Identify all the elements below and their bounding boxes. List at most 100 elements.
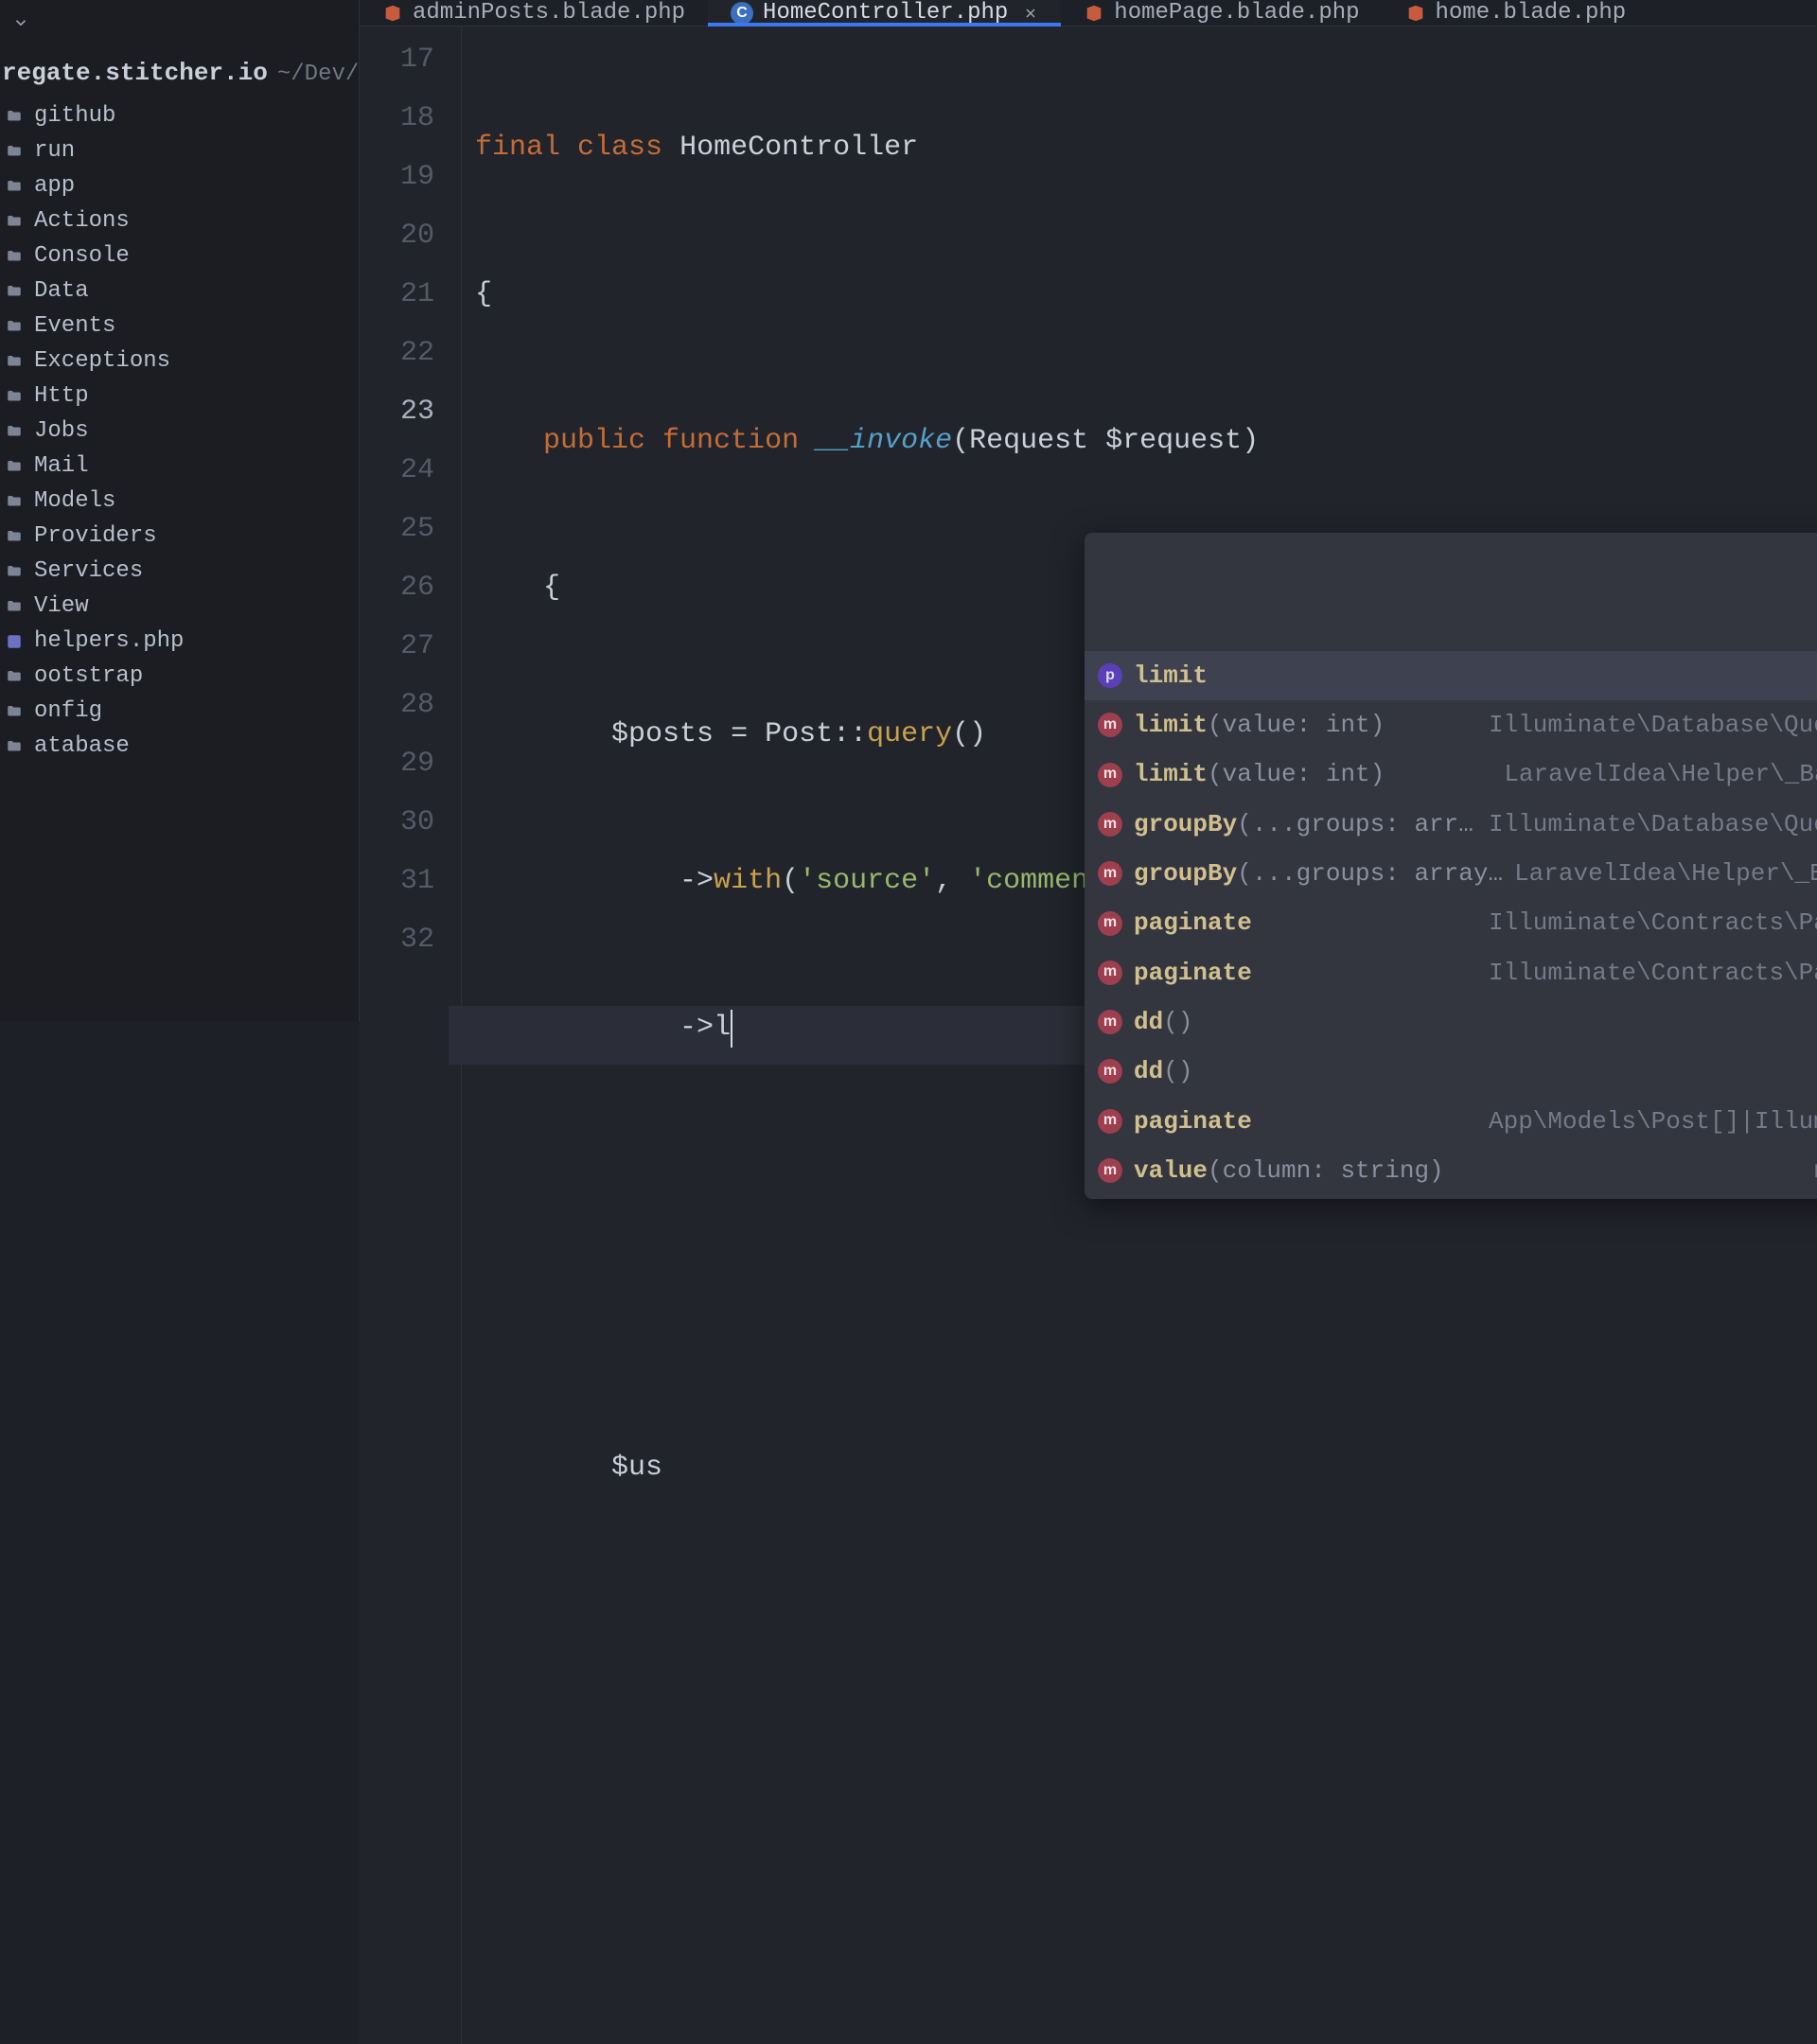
autocomplete-item[interactable]: mpaginateIlluminate\Contracts\Pagination… bbox=[1085, 898, 1817, 947]
tree-item-providers[interactable]: Providers bbox=[0, 519, 359, 554]
blade-file-icon bbox=[382, 3, 403, 24]
autocomplete-origin: LaravelIdea\Helper\_BaseBuilder bbox=[1504, 755, 1817, 793]
folder-icon bbox=[4, 703, 25, 720]
autocomplete-item[interactable]: mlimit(value: int)LaravelIdea\Helper\_Ba… bbox=[1085, 749, 1817, 799]
folder-icon bbox=[4, 283, 25, 300]
folder-icon bbox=[4, 493, 25, 510]
folder-icon bbox=[4, 388, 25, 405]
method-badge-icon: m bbox=[1098, 812, 1122, 837]
autocomplete-name: groupBy bbox=[1134, 810, 1237, 838]
autocomplete-params: (column: string) bbox=[1208, 1156, 1444, 1185]
autocomplete-params: (value: int) bbox=[1208, 760, 1385, 788]
autocomplete-item[interactable]: mdd()never bbox=[1085, 1047, 1817, 1096]
autocomplete-origin: LaravelIdea\Helper\_BaseBuilder bbox=[1514, 855, 1817, 892]
tree-item-ootstrap[interactable]: ootstrap bbox=[0, 659, 359, 694]
autocomplete-name: dd bbox=[1134, 1057, 1163, 1085]
autocomplete-item[interactable]: mvalue(column: string)mixed|null bbox=[1085, 1146, 1817, 1195]
close-icon[interactable] bbox=[1023, 6, 1038, 21]
tree-item-helpers.php[interactable]: helpers.php bbox=[0, 624, 359, 659]
line-number: 25 bbox=[360, 507, 434, 566]
autocomplete-item[interactable]: mpaginateApp\Models\Post[]|Illuminate\Pa… bbox=[1085, 1097, 1817, 1146]
folder-icon bbox=[4, 353, 25, 370]
tab-home-blade-php[interactable]: home.blade.php bbox=[1383, 0, 1649, 26]
line-number: 20 bbox=[360, 214, 434, 273]
tab-homepage-blade-php[interactable]: homePage.blade.php bbox=[1061, 0, 1382, 26]
autocomplete-popup[interactable]: plimitintmlimit(value: int)Illuminate\Da… bbox=[1085, 533, 1817, 1199]
line-28 bbox=[462, 1739, 1817, 1798]
tree-item-http[interactable]: Http bbox=[0, 379, 359, 414]
tree-item-run[interactable]: run bbox=[0, 133, 359, 168]
folder-icon bbox=[4, 598, 25, 615]
tree-item-onfig[interactable]: onfig bbox=[0, 694, 359, 729]
tree-item-github[interactable]: github bbox=[0, 98, 359, 133]
file-tree: githubrunappActions Console DataEventsExce… bbox=[0, 98, 359, 764]
line-17: final class HomeController bbox=[462, 126, 1817, 185]
autocomplete-name: limit bbox=[1134, 760, 1208, 788]
line-number: 32 bbox=[360, 918, 434, 977]
folder-icon bbox=[4, 178, 25, 195]
tree-item-app[interactable]: app bbox=[0, 168, 359, 203]
line-25 bbox=[462, 1299, 1817, 1358]
blade-file-icon bbox=[1084, 3, 1104, 24]
tree-item-label: Mail bbox=[34, 453, 89, 479]
folder-icon bbox=[4, 108, 25, 125]
php-file-icon bbox=[4, 633, 25, 650]
method-badge-icon: m bbox=[1098, 1059, 1122, 1084]
tab-label: home.blade.php bbox=[1436, 0, 1627, 26]
tree-item-atabase[interactable]: atabase bbox=[0, 729, 359, 764]
folder-icon bbox=[4, 143, 25, 160]
tree-item-data[interactable]: Data bbox=[0, 273, 359, 308]
line-29 bbox=[462, 1886, 1817, 1945]
editor-pane[interactable]: 17181920212223242526272829303132 final c… bbox=[360, 26, 1817, 2044]
autocomplete-params: (...groups: arr… bbox=[1237, 810, 1473, 838]
autocomplete-params: (...groups: array… bbox=[1237, 859, 1503, 888]
method-badge-icon: m bbox=[1098, 713, 1122, 737]
tree-item-label: helpers.php bbox=[34, 628, 184, 654]
tree-item-jobs[interactable]: Jobs bbox=[0, 414, 359, 449]
tree-item-console[interactable]: Console bbox=[0, 238, 359, 273]
tab-homecontroller-php[interactable]: CHomeController.php bbox=[708, 0, 1061, 26]
folder-icon bbox=[4, 213, 25, 230]
project-name: regate.stitcher.io bbox=[2, 59, 268, 87]
method-badge-icon: m bbox=[1098, 911, 1122, 936]
tree-item-view[interactable]: View bbox=[0, 589, 359, 624]
tree-item-label: Jobs bbox=[34, 418, 89, 444]
collapse-toggle[interactable] bbox=[8, 9, 34, 36]
project-row[interactable]: regate.stitcher.io ~/Dev/aggreg bbox=[0, 49, 359, 98]
tree-item-label: View bbox=[34, 593, 89, 619]
autocomplete-name: limit bbox=[1134, 661, 1208, 690]
tree-item-label: Models bbox=[34, 488, 115, 514]
autocomplete-item[interactable]: mgroupBy(...groups: array…LaravelIdea\He… bbox=[1085, 849, 1817, 898]
tree-item-models[interactable]: Models bbox=[0, 484, 359, 519]
tab-adminposts-blade-php[interactable]: adminPosts.blade.php bbox=[360, 0, 708, 26]
tree-item-services[interactable]: Services bbox=[0, 554, 359, 589]
tree-item-exceptions[interactable]: Exceptions bbox=[0, 344, 359, 379]
autocomplete-item[interactable]: mlimit(value: int)Illuminate\Database\Qu… bbox=[1085, 700, 1817, 749]
ide-root: regate.stitcher.io ~/Dev/aggreg githubru… bbox=[0, 0, 1817, 1022]
method-badge-icon: m bbox=[1098, 1109, 1122, 1134]
method-badge-icon: m bbox=[1098, 960, 1122, 985]
folder-icon bbox=[4, 738, 25, 755]
tree-item-actions[interactable]: Actions bbox=[0, 203, 359, 238]
tree-item-events[interactable]: Events bbox=[0, 308, 359, 344]
line-number: 18 bbox=[360, 97, 434, 155]
text-cursor bbox=[731, 1010, 732, 1048]
autocomplete-name: paginate bbox=[1134, 959, 1252, 987]
code-area[interactable]: final class HomeController { public func… bbox=[462, 26, 1817, 2044]
autocomplete-origin: Illuminate\Database\Query\Builder bbox=[1489, 805, 1817, 843]
tree-item-mail[interactable]: Mail bbox=[0, 449, 359, 484]
tree-item-label: Console bbox=[34, 243, 130, 269]
autocomplete-item[interactable]: mpaginateIlluminate\Contracts\Pagination… bbox=[1085, 948, 1817, 997]
folder-icon bbox=[4, 248, 25, 265]
autocomplete-item[interactable]: m groupBy(...groups: arr… Illuminate\Datab… bbox=[1085, 800, 1817, 849]
folder-icon bbox=[4, 563, 25, 580]
autocomplete-item[interactable]: plimitint bbox=[1085, 651, 1817, 700]
project-path: ~/Dev/aggreg bbox=[277, 62, 359, 87]
line-26: $us bbox=[462, 1446, 1817, 1505]
autocomplete-name: limit bbox=[1134, 711, 1208, 739]
autocomplete-item[interactable]: mdd()never bbox=[1085, 997, 1817, 1047]
tree-item-label: Providers bbox=[34, 523, 157, 549]
autocomplete-name: value bbox=[1134, 1156, 1208, 1185]
line-number: 30 bbox=[360, 801, 434, 859]
autocomplete-name: groupBy bbox=[1134, 859, 1237, 888]
